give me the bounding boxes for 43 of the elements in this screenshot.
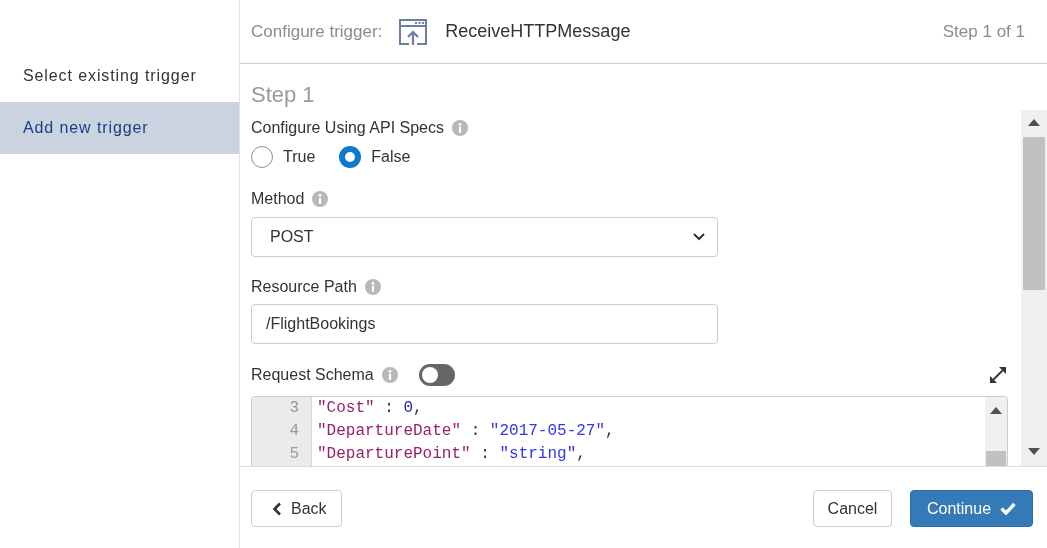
step-title: Step 1 xyxy=(251,82,315,107)
field-label: Method xyxy=(251,189,305,209)
line-number: 4 xyxy=(288,421,300,442)
code-line: "Cost" : 0, xyxy=(317,398,424,419)
editor-scrollbar[interactable] xyxy=(985,397,1007,466)
sidebar-item[interactable]: Select existing trigger xyxy=(0,50,239,102)
chevron-left-icon xyxy=(272,501,282,516)
cancel-button[interactable]: Cancel xyxy=(813,490,892,527)
info-icon[interactable] xyxy=(364,279,381,295)
field-label: Request Schema xyxy=(251,366,374,384)
step-counter: Step 1 of 1 xyxy=(942,21,1025,42)
radio-button[interactable] xyxy=(339,146,362,168)
scroll-up-icon[interactable] xyxy=(990,407,1002,414)
radio-button[interactable] xyxy=(251,146,273,168)
code-line: "DeparturePoint" : "string", xyxy=(317,444,587,465)
info-icon[interactable] xyxy=(312,191,329,207)
scroll-down-icon[interactable] xyxy=(1028,448,1040,455)
toggle-switch[interactable] xyxy=(418,364,455,386)
window-upload-icon xyxy=(399,18,428,45)
scrollbar-thumb[interactable] xyxy=(986,451,1006,466)
line-number: 3 xyxy=(288,398,300,419)
expand-icon[interactable] xyxy=(990,367,1006,383)
code-editor[interactable]: 3 4 5 "Cost" : 0, "DepartureDate" : "2017-05-27", "DeparturePoint" : "string", xyxy=(251,396,1008,466)
trigger-name: ReceiveHTTPMessage xyxy=(445,21,631,42)
sidebar-item[interactable]: Add new trigger xyxy=(0,102,239,154)
radio-option[interactable]: True xyxy=(251,146,316,168)
line-number: 5 xyxy=(288,444,300,465)
check-icon xyxy=(1000,502,1016,515)
code-line: "DepartureDate" : "2017-05-27", xyxy=(317,421,616,442)
field-label: Resource Path xyxy=(251,277,357,297)
resource-path-input[interactable]: /FlightBookings xyxy=(251,304,718,344)
scrollbar[interactable] xyxy=(1021,110,1047,466)
radio-option[interactable]: False xyxy=(339,146,411,168)
back-button[interactable]: Back xyxy=(251,490,342,527)
info-icon[interactable] xyxy=(452,120,468,136)
method-select[interactable]: POST xyxy=(251,217,718,257)
field-label: Configure Using API Specs xyxy=(251,118,444,138)
scrollbar-thumb[interactable] xyxy=(1023,137,1045,290)
scroll-up-icon[interactable] xyxy=(1028,119,1040,126)
continue-button[interactable]: Continue xyxy=(910,490,1033,527)
header-caption: Configure trigger: xyxy=(251,21,383,42)
info-icon[interactable] xyxy=(381,367,398,383)
chevron-down-icon xyxy=(693,233,705,241)
